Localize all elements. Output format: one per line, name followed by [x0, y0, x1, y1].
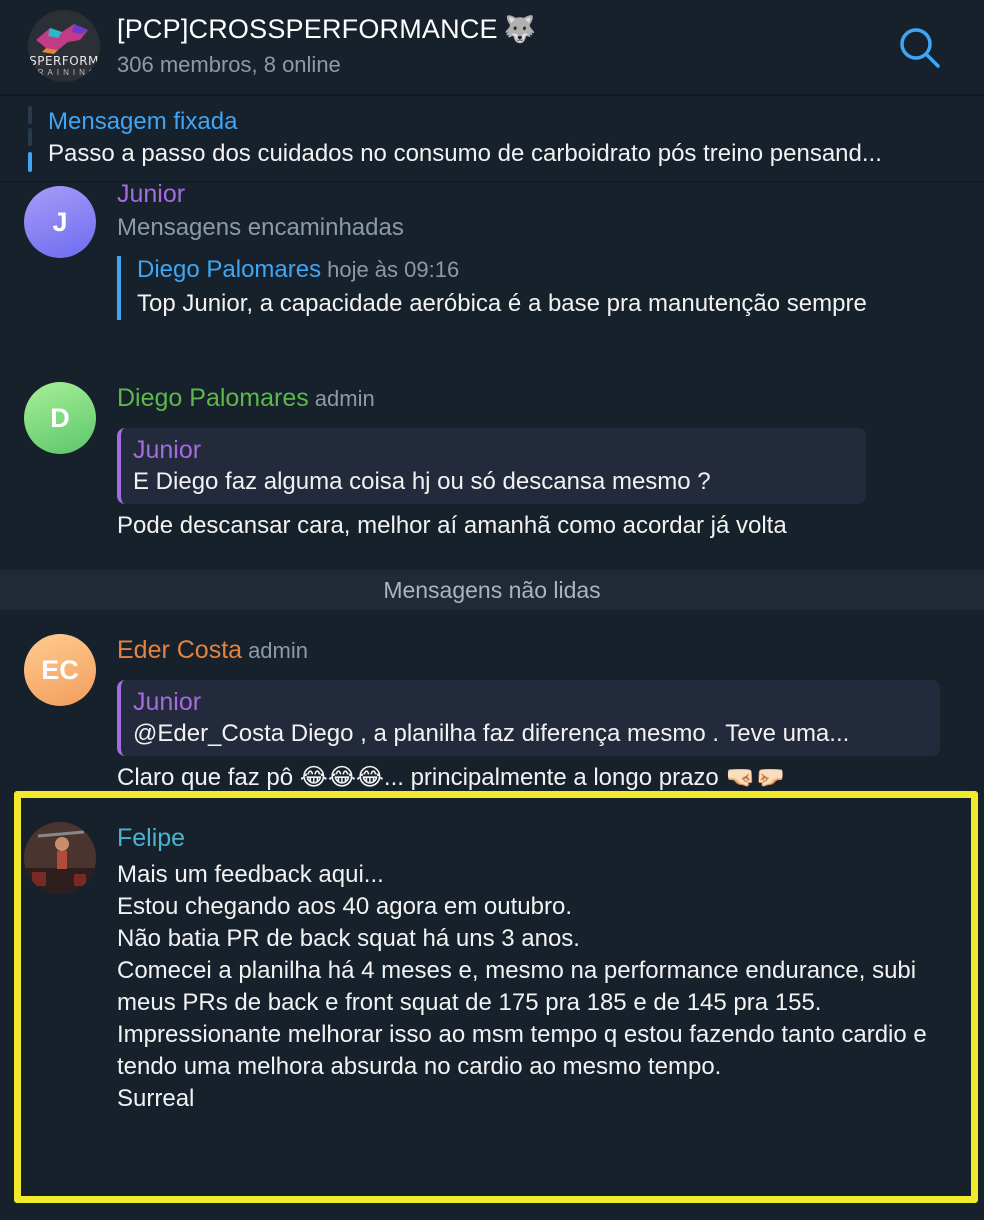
forward-header: Mensagens encaminhadas: [117, 214, 404, 241]
sender-name-felipe[interactable]: Felipe: [117, 824, 185, 853]
group-title-text: [PCP]CROSSPERFORMANCE: [117, 14, 498, 44]
message-diego[interactable]: D Diego Palomares admin Junior E Diego fa…: [0, 382, 984, 552]
message-line: Estou chegando aos 40 agora em outubro.: [117, 893, 572, 920]
message-line: Comecei a planilha há 4 meses e, mesmo n…: [117, 957, 917, 1016]
search-icon: [900, 28, 940, 68]
avatar-logo-text: SPERFORM: [29, 54, 99, 68]
pinned-message[interactable]: Mensagem fixada Passo a passo dos cuidad…: [0, 96, 984, 182]
avatar-diego[interactable]: D: [24, 382, 96, 454]
message-line: Surreal: [117, 1085, 195, 1112]
message-text: Pode descansar cara, melhor aí amanhã co…: [117, 512, 787, 539]
avatar-felipe[interactable]: [24, 822, 96, 894]
pinned-label: Mensagem fixada: [48, 108, 238, 135]
unread-divider: Mensagens não lidas: [0, 570, 984, 610]
pinned-text: Passo a passo dos cuidados no consumo de…: [48, 140, 882, 167]
felipe-photo-icon: [24, 822, 96, 894]
sender-name-text: Eder Costa: [117, 636, 243, 664]
forward-sender-name[interactable]: Diego Palomares: [137, 256, 321, 283]
sender-name[interactable]: Eder Costa admin: [117, 636, 308, 665]
sender-name[interactable]: Junior: [117, 180, 185, 209]
wolf-emoji-icon: 🐺: [503, 14, 537, 44]
avatar-junior[interactable]: J: [24, 186, 96, 258]
sender-name-text: Diego Palomares: [117, 384, 309, 412]
message-line: Impressionante melhorar isso ao msm temp…: [117, 1021, 927, 1080]
avatar-logo-sub: TRAINING: [28, 68, 100, 77]
forwarded-message[interactable]: Diego Palomares hoje às 09:16 Top Junior,…: [117, 256, 877, 320]
group-avatar[interactable]: SPERFORM TRAINING: [28, 10, 100, 82]
reply-quote[interactable]: Junior E Diego faz alguma coisa hj ou só…: [117, 428, 866, 504]
pinned-indicator: [28, 106, 32, 172]
forward-time: hoje às 09:16: [327, 257, 460, 282]
quote-sender: Junior: [133, 688, 202, 716]
message-eder[interactable]: EC Eder Costa admin Junior @Eder_Costa Di…: [0, 634, 984, 794]
group-member-count: 306 membros, 8 online: [117, 52, 341, 77]
admin-badge: admin: [314, 386, 375, 411]
quote-text: E Diego faz alguma coisa hj ou só descan…: [133, 468, 711, 495]
group-title[interactable]: [PCP]CROSSPERFORMANCE 🐺: [117, 14, 536, 45]
message-junior-forward[interactable]: J Junior Mensagens encaminhadas Diego Pa…: [0, 180, 984, 372]
message-text: Claro que faz pô 😂😂😂... principalmente a…: [117, 764, 786, 791]
admin-badge: admin: [248, 638, 308, 663]
avatar-eder[interactable]: EC: [24, 634, 96, 706]
message-text-felipe: Mais um feedback aqui... Estou chegando …: [117, 859, 947, 1115]
message-line: Mais um feedback aqui...: [117, 861, 384, 888]
search-button[interactable]: [896, 24, 944, 72]
message-line: Não batia PR de back squat há uns 3 anos…: [117, 925, 580, 952]
chat-header: SPERFORM TRAINING [PCP]CROSSPERFORMANCE 🐺…: [0, 0, 984, 96]
reply-quote[interactable]: Junior @Eder_Costa Diego , a planilha fa…: [117, 680, 940, 756]
sender-name[interactable]: Diego Palomares admin: [117, 384, 375, 413]
forward-text: Top Junior, a capacidade aeróbica é a ba…: [137, 290, 867, 317]
quote-text: @Eder_Costa Diego , a planilha faz difer…: [133, 720, 850, 747]
quote-sender: Junior: [133, 436, 202, 464]
